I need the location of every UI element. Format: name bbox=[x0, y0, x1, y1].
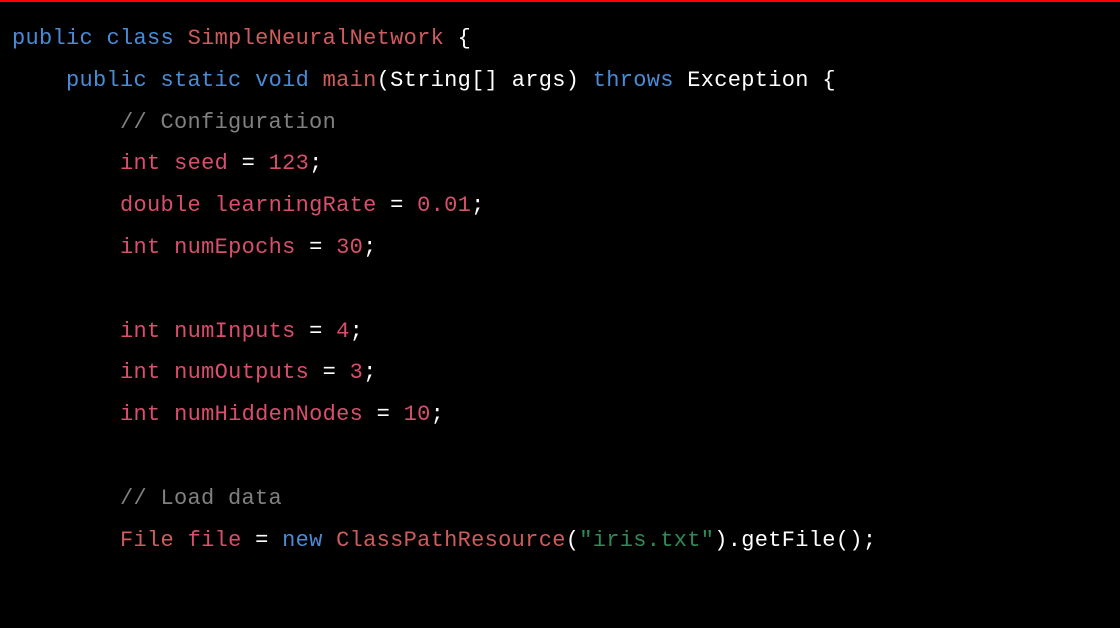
paren: ( bbox=[566, 528, 580, 553]
number-literal: 4 bbox=[336, 319, 350, 344]
semicolon: ; bbox=[309, 151, 323, 176]
paren: ( bbox=[836, 528, 850, 553]
type-exception: Exception bbox=[687, 68, 809, 93]
class-classpathresource: ClassPathResource bbox=[336, 528, 566, 553]
operator-eq: = bbox=[309, 319, 323, 344]
operator-eq: = bbox=[390, 193, 404, 218]
semicolon: ; bbox=[431, 402, 445, 427]
var-learning-rate: learningRate bbox=[215, 193, 377, 218]
semicolon: ; bbox=[363, 235, 377, 260]
var-num-inputs: numInputs bbox=[174, 319, 296, 344]
brace-open: { bbox=[458, 26, 472, 51]
comment: // Load data bbox=[120, 486, 282, 511]
keyword-int: int bbox=[120, 319, 161, 344]
keyword-static: static bbox=[161, 68, 242, 93]
type-string-array: String[] bbox=[390, 68, 498, 93]
type-file: File bbox=[120, 528, 174, 553]
number-literal: 3 bbox=[350, 360, 364, 385]
paren: ) bbox=[714, 528, 728, 553]
var-file: file bbox=[188, 528, 242, 553]
keyword-new: new bbox=[282, 528, 323, 553]
code-block: public class SimpleNeuralNetwork { publi… bbox=[12, 18, 1108, 561]
keyword-throws: throws bbox=[593, 68, 674, 93]
method-getfile: getFile bbox=[741, 528, 836, 553]
operator-eq: = bbox=[255, 528, 269, 553]
operator-eq: = bbox=[309, 235, 323, 260]
method-main: main bbox=[323, 68, 377, 93]
var-seed: seed bbox=[174, 151, 228, 176]
var-num-epochs: numEpochs bbox=[174, 235, 296, 260]
semicolon: ; bbox=[471, 193, 485, 218]
comment: // Configuration bbox=[120, 110, 336, 135]
keyword-void: void bbox=[255, 68, 309, 93]
brace-open: { bbox=[822, 68, 836, 93]
keyword-int: int bbox=[120, 360, 161, 385]
number-literal: 30 bbox=[336, 235, 363, 260]
var-num-hidden-nodes: numHiddenNodes bbox=[174, 402, 363, 427]
number-literal: 10 bbox=[404, 402, 431, 427]
operator-eq: = bbox=[242, 151, 256, 176]
dot: . bbox=[728, 528, 742, 553]
keyword-int: int bbox=[120, 151, 161, 176]
keyword-double: double bbox=[120, 193, 201, 218]
paren: ) bbox=[566, 68, 580, 93]
paren: ( bbox=[377, 68, 391, 93]
var-num-outputs: numOutputs bbox=[174, 360, 309, 385]
param-args: args bbox=[512, 68, 566, 93]
paren: ) bbox=[849, 528, 863, 553]
number-literal: 123 bbox=[269, 151, 310, 176]
keyword-int: int bbox=[120, 235, 161, 260]
keyword-int: int bbox=[120, 402, 161, 427]
keyword-public: public bbox=[12, 26, 93, 51]
semicolon: ; bbox=[363, 360, 377, 385]
operator-eq: = bbox=[377, 402, 391, 427]
number-literal: 0.01 bbox=[417, 193, 471, 218]
keyword-class: class bbox=[107, 26, 175, 51]
semicolon: ; bbox=[863, 528, 877, 553]
class-name: SimpleNeuralNetwork bbox=[188, 26, 445, 51]
semicolon: ; bbox=[350, 319, 364, 344]
keyword-public: public bbox=[66, 68, 147, 93]
string-literal: "iris.txt" bbox=[579, 528, 714, 553]
operator-eq: = bbox=[323, 360, 337, 385]
